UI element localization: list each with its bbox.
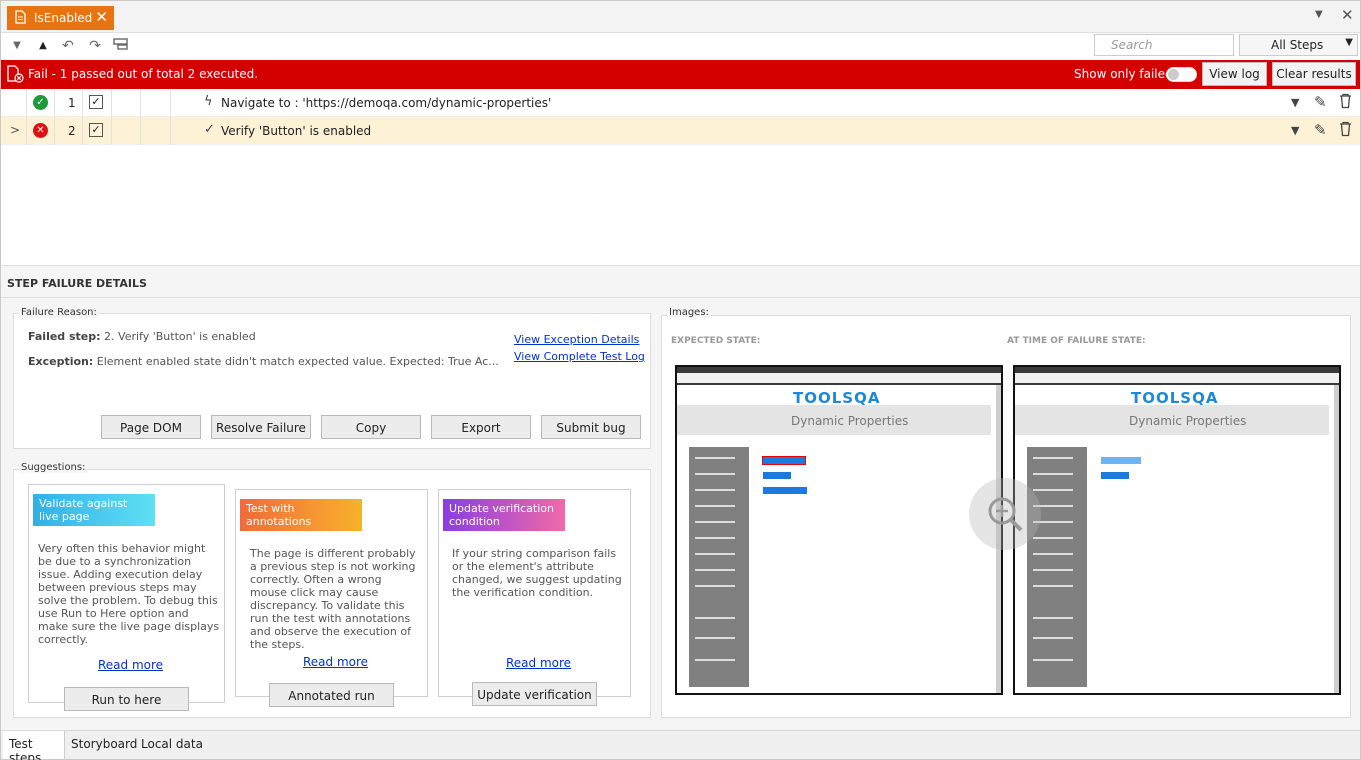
move-down-icon[interactable]: ▼ [8, 37, 26, 55]
expand-icon[interactable]: > [10, 123, 20, 137]
view-exception-details-link[interactable]: View Exception Details [514, 333, 639, 346]
suggestion-title: Test with annotations [240, 499, 362, 531]
view-complete-test-log-link[interactable]: View Complete Test Log [514, 350, 645, 363]
tab-test-steps[interactable]: Test steps [3, 731, 65, 760]
step-text: Navigate to : 'https://demoqa.com/dynami… [221, 96, 552, 110]
search-input[interactable]: Search [1094, 34, 1234, 56]
bottom-tab-bar: Test steps Storyboard Local data [1, 730, 1360, 760]
suggestion-body: The page is different probably a previou… [250, 547, 416, 651]
test-case-tab[interactable]: IsEnabled ✕ [7, 6, 114, 30]
suggestion-card-verification: Update verification condition If your st… [438, 489, 631, 697]
undo-icon[interactable]: ↶ [59, 37, 77, 55]
step-row[interactable]: ✓ 1 ✓ ϟ Navigate to : 'https://demoqa.co… [1, 89, 1360, 117]
failed-step-line: Failed step: 2. Verify 'Button' is enabl… [28, 330, 256, 343]
step-text: Verify 'Button' is enabled [221, 124, 372, 138]
read-more-link[interactable]: Read more [98, 658, 163, 672]
move-up-icon[interactable]: ▲ [34, 37, 52, 55]
redo-icon[interactable]: ↷ [86, 37, 104, 55]
chevron-down-icon: ▼ [1345, 37, 1353, 48]
document-icon [15, 9, 26, 27]
delete-icon[interactable] [1339, 121, 1352, 141]
submit-bug-button[interactable]: Submit bug [541, 415, 641, 439]
suggestion-body: If your string comparison fails or the e… [452, 547, 622, 599]
failed-status-icon: ✕ [33, 123, 48, 138]
close-tab-icon[interactable]: ✕ [95, 8, 108, 26]
edit-icon[interactable]: ✎ [1314, 121, 1327, 139]
tab-menu-icon[interactable]: ▼ [1315, 9, 1323, 20]
toolbar: ▼ ▲ ↶ ↷ Search All Steps ▼ [1, 34, 1360, 60]
zoom-in-icon [988, 497, 1023, 532]
suggestion-title: Update verification condition [443, 499, 565, 531]
failure-details-panel: Failure Reason: Failed step: 2. Verify '… [1, 298, 1360, 730]
page-heading: Dynamic Properties [791, 414, 909, 428]
failed-document-icon [7, 65, 24, 86]
tab-storyboard[interactable]: Storyboard [71, 731, 137, 759]
export-button[interactable]: Export [431, 415, 531, 439]
test-case-window: IsEnabled ✕ ▼ ✕ ▼ ▲ ↶ ↷ Search All Steps… [0, 0, 1361, 760]
failure-state-label: AT TIME OF FAILURE STATE: [1007, 336, 1146, 346]
chevron-down-icon[interactable]: ▼ [1291, 96, 1299, 109]
section-title: STEP FAILURE DETAILS [7, 277, 147, 290]
update-verification-button[interactable]: Update verification [472, 682, 597, 706]
clear-results-button[interactable]: Clear results [1272, 62, 1356, 86]
steps-filter-label: All Steps [1271, 38, 1324, 52]
suggestion-card-annotations: Test with annotations The page is differ… [235, 489, 428, 697]
chevron-down-icon[interactable]: ▼ [1291, 124, 1299, 137]
read-more-link[interactable]: Read more [303, 655, 368, 669]
show-only-failed-toggle[interactable] [1166, 67, 1197, 82]
tab-local-data[interactable]: Local data [141, 731, 203, 759]
steps-filter-select[interactable]: All Steps ▼ [1239, 34, 1358, 56]
tab-title: IsEnabled [34, 11, 93, 25]
step-enabled-checkbox[interactable]: ✓ [89, 95, 103, 109]
exception-value: Element enabled state didn't match expec… [96, 355, 499, 368]
execution-status-bar: Fail - 1 passed out of total 2 executed.… [1, 60, 1360, 89]
page-dom-button[interactable]: Page DOM [101, 415, 201, 439]
annotated-run-button[interactable]: Annotated run [269, 683, 394, 707]
copy-button[interactable]: Copy [321, 415, 421, 439]
show-only-failed-label: Show only failed [1074, 67, 1173, 81]
suggestions-legend: Suggestions: [19, 462, 88, 473]
read-more-link[interactable]: Read more [506, 656, 571, 670]
tab-bar: IsEnabled ✕ ▼ ✕ [1, 1, 1360, 33]
delete-icon[interactable] [1339, 93, 1352, 113]
expected-state-screenshot[interactable]: TOOLSQA Dynamic Properties [675, 365, 1003, 695]
view-log-button[interactable]: View log [1202, 62, 1267, 86]
failed-step-value: 2. Verify 'Button' is enabled [104, 330, 256, 343]
exception-line: Exception: Element enabled state didn't … [28, 355, 499, 368]
lightning-icon: ϟ [204, 94, 213, 109]
step-number: 1 [68, 96, 76, 110]
suggestion-card-live-page: Validate against live page Very often th… [28, 484, 225, 703]
group-steps-icon[interactable] [112, 37, 130, 55]
failure-state-screenshot[interactable]: TOOLSQA Dynamic Properties [1013, 365, 1341, 695]
failure-reason-legend: Failure Reason: [19, 307, 99, 318]
step-number: 2 [68, 124, 76, 138]
resolve-failure-button[interactable]: Resolve Failure [211, 415, 311, 439]
execution-summary: Fail - 1 passed out of total 2 executed. [28, 67, 259, 81]
step-row-selected[interactable]: > ✕ 2 ✓ ✓ Verify 'Button' is enabled ▼ ✎ [1, 117, 1360, 145]
checkmark-icon: ✓ [204, 122, 215, 137]
images-legend: Images: [667, 307, 711, 318]
passed-status-icon: ✓ [33, 95, 48, 110]
expected-state-label: EXPECTED STATE: [671, 336, 761, 346]
run-to-here-button[interactable]: Run to here [64, 687, 189, 711]
zoom-button[interactable] [969, 478, 1041, 550]
step-enabled-checkbox[interactable]: ✓ [89, 123, 103, 137]
suggestion-title: Validate against live page [33, 494, 155, 526]
close-window-icon[interactable]: ✕ [1341, 6, 1354, 24]
suggestion-body: Very often this behavior might be due to… [38, 542, 220, 646]
edit-icon[interactable]: ✎ [1314, 93, 1327, 111]
step-failure-header: STEP FAILURE DETAILS [1, 265, 1360, 298]
